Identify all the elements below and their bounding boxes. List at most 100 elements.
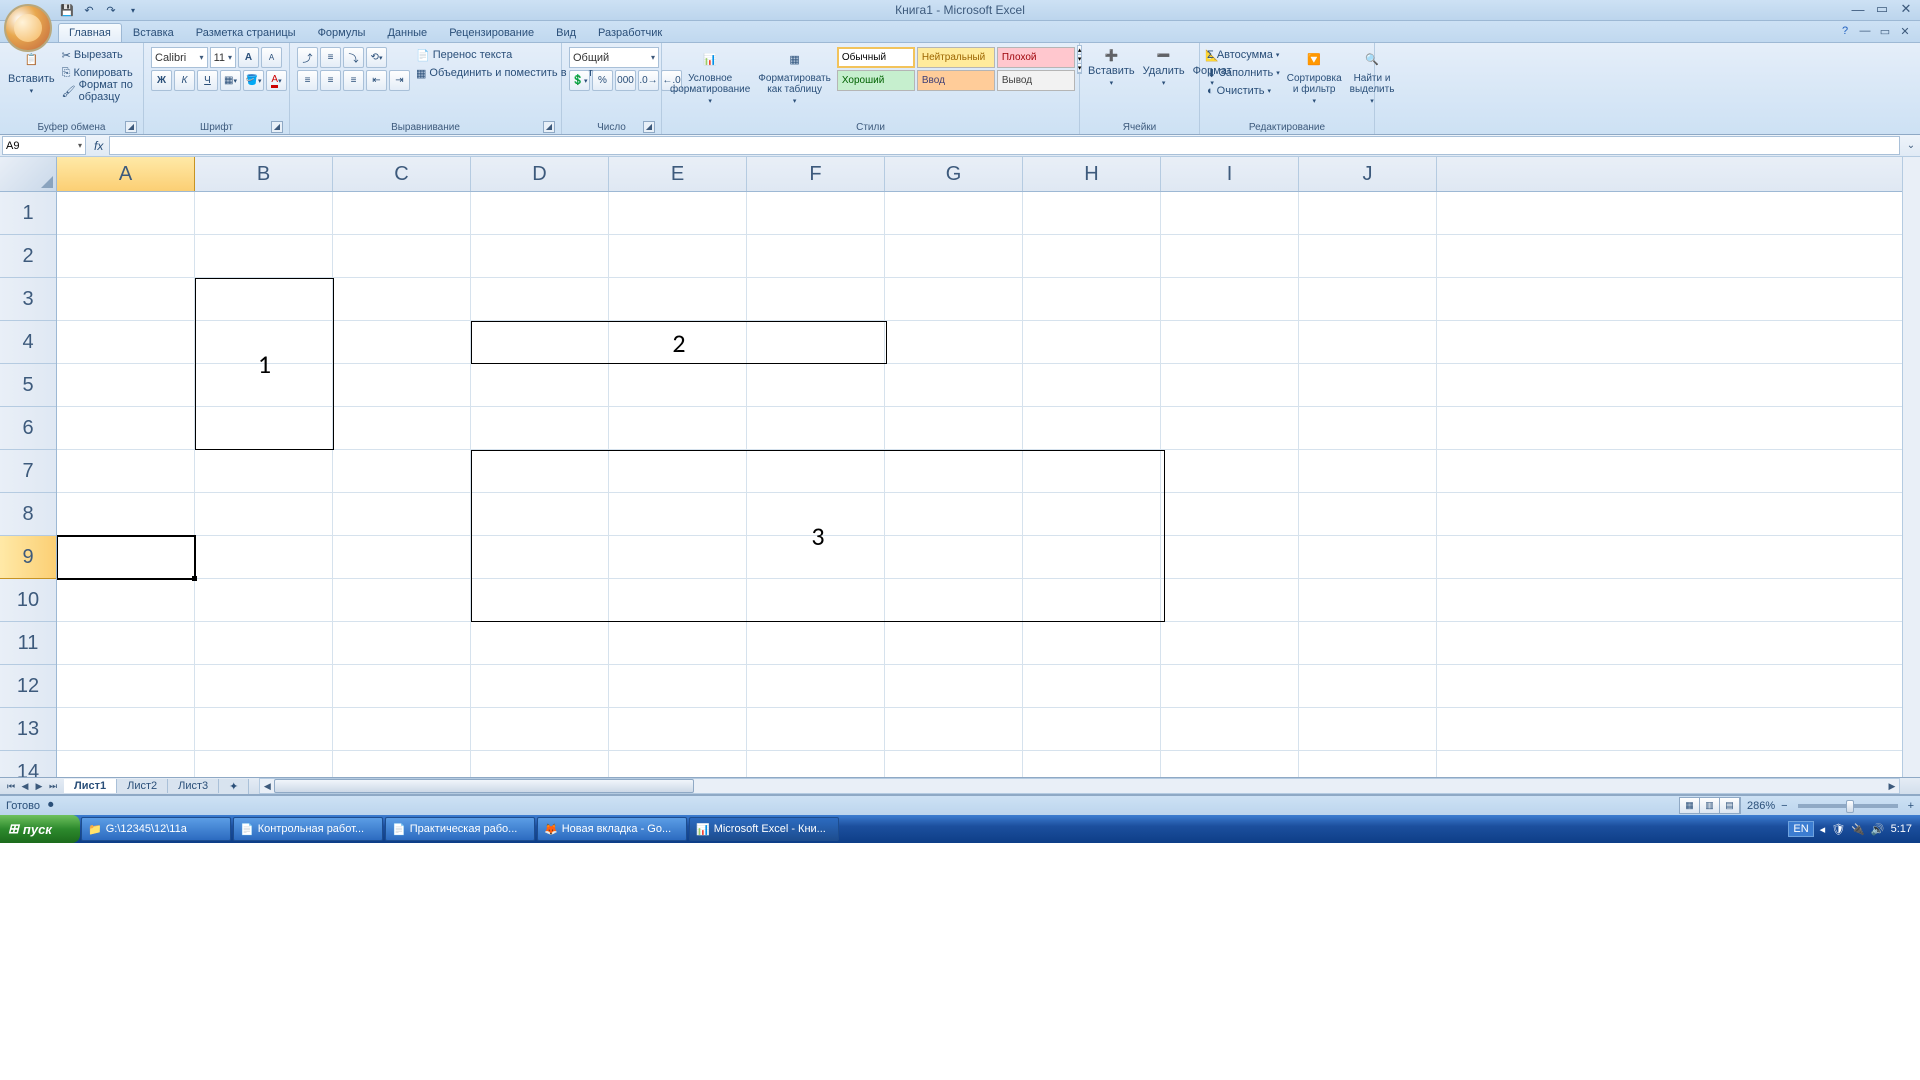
style-chip-good[interactable]: Хороший bbox=[837, 70, 915, 91]
row-header[interactable]: 7 bbox=[0, 450, 56, 493]
inc-decimal-button[interactable]: .0→ bbox=[638, 70, 659, 91]
select-all-button[interactable] bbox=[0, 157, 56, 192]
align-bottom-button[interactable]: ⤵ bbox=[343, 47, 364, 68]
first-sheet-button[interactable]: ⏮ bbox=[4, 781, 18, 792]
language-indicator[interactable]: EN bbox=[1788, 821, 1813, 837]
tray-icon[interactable]: 🛡 bbox=[1831, 823, 1845, 836]
tray-icon[interactable]: ◂ bbox=[1820, 823, 1826, 836]
indent-dec-button[interactable]: ⇤ bbox=[366, 70, 387, 91]
zoom-level[interactable]: 286% bbox=[1747, 800, 1775, 812]
new-sheet-button[interactable]: ✦ bbox=[219, 779, 249, 794]
bold-button[interactable]: Ж bbox=[151, 70, 172, 91]
font-name-combo[interactable]: Calibri▾ bbox=[151, 47, 208, 68]
italic-button[interactable]: К bbox=[174, 70, 195, 91]
align-middle-button[interactable]: ≡ bbox=[320, 47, 341, 68]
vertical-scrollbar[interactable] bbox=[1902, 157, 1920, 777]
comma-button[interactable]: 000 bbox=[615, 70, 636, 91]
fx-button[interactable]: fx bbox=[88, 139, 109, 153]
column-header[interactable]: H bbox=[1023, 157, 1161, 191]
sheet-tab-1[interactable]: Лист1 bbox=[64, 779, 117, 793]
row-header[interactable]: 9 bbox=[0, 536, 56, 579]
last-sheet-button[interactable]: ⏭ bbox=[46, 781, 60, 792]
number-dialog-icon[interactable]: ◢ bbox=[643, 121, 655, 133]
style-chip-bad[interactable]: Плохой bbox=[997, 47, 1075, 68]
row-header[interactable]: 6 bbox=[0, 407, 56, 450]
help-icon[interactable]: ? bbox=[1836, 23, 1854, 39]
percent-button[interactable]: % bbox=[592, 70, 613, 91]
horizontal-scrollbar[interactable]: ◀▶ bbox=[259, 778, 1900, 794]
ribbon-min-icon[interactable]: — bbox=[1856, 23, 1874, 39]
align-center-button[interactable]: ≡ bbox=[320, 70, 341, 91]
macro-record-icon[interactable]: ⏺ bbox=[48, 799, 54, 812]
zoom-in-button[interactable]: + bbox=[1908, 800, 1914, 812]
underline-button[interactable]: Ч bbox=[197, 70, 218, 91]
row-header[interactable]: 2 bbox=[0, 235, 56, 278]
save-icon[interactable]: 💾 bbox=[58, 1, 76, 19]
next-sheet-button[interactable]: ▶ bbox=[32, 781, 46, 792]
column-header[interactable]: D bbox=[471, 157, 609, 191]
tray-icon[interactable]: 🔊 bbox=[1871, 823, 1885, 836]
zoom-slider[interactable] bbox=[1798, 804, 1898, 808]
align-left-button[interactable]: ≡ bbox=[297, 70, 318, 91]
style-chip-neutral[interactable]: Нейтральный bbox=[917, 47, 995, 68]
minimize-button[interactable]: — bbox=[1848, 2, 1868, 16]
format-painter-button[interactable]: 🖌Формат по образцу bbox=[62, 83, 136, 99]
taskbar-item[interactable]: 🦊Новая вкладка - Go... bbox=[537, 817, 687, 841]
row-header[interactable]: 5 bbox=[0, 364, 56, 407]
clear-button[interactable]: ◐Очистить▾ bbox=[1207, 83, 1280, 99]
column-header[interactable]: E bbox=[609, 157, 747, 191]
fill-button[interactable]: ⬇Заполнить▾ bbox=[1207, 65, 1280, 81]
bordered-range[interactable]: 3 bbox=[471, 450, 1165, 622]
grow-font-button[interactable]: A bbox=[238, 47, 259, 68]
row-header[interactable]: 13 bbox=[0, 708, 56, 751]
row-header[interactable]: 10 bbox=[0, 579, 56, 622]
row-header[interactable]: 12 bbox=[0, 665, 56, 708]
orientation-button[interactable]: ⟲▾ bbox=[366, 47, 387, 68]
currency-button[interactable]: 💲▾ bbox=[569, 70, 590, 91]
alignment-dialog-icon[interactable]: ◢ bbox=[543, 121, 555, 133]
taskbar-item[interactable]: 📁G:\12345\12\11а bbox=[81, 817, 231, 841]
column-header[interactable]: B bbox=[195, 157, 333, 191]
font-dialog-icon[interactable]: ◢ bbox=[271, 121, 283, 133]
fill-color-button[interactable]: 🪣▾ bbox=[243, 70, 264, 91]
zoom-out-button[interactable]: − bbox=[1781, 800, 1787, 812]
qat-dropdown-icon[interactable]: ▾ bbox=[124, 1, 142, 19]
tab-developer[interactable]: Разработчик bbox=[587, 23, 673, 42]
indent-inc-button[interactable]: ⇥ bbox=[389, 70, 410, 91]
ribbon-restore-icon[interactable]: ▭ bbox=[1876, 23, 1894, 39]
tab-data[interactable]: Данные bbox=[376, 23, 438, 42]
sheet-tab-3[interactable]: Лист3 bbox=[168, 779, 219, 793]
tray-icon[interactable]: 🔌 bbox=[1851, 823, 1865, 836]
tab-page-layout[interactable]: Разметка страницы bbox=[185, 23, 307, 42]
active-cell[interactable] bbox=[57, 535, 196, 580]
tab-view[interactable]: Вид bbox=[545, 23, 587, 42]
cut-button[interactable]: ✂Вырезать bbox=[62, 47, 136, 63]
conditional-formatting-button[interactable]: 📊Условное форматирование▾ bbox=[666, 45, 754, 107]
redo-icon[interactable]: ↷ bbox=[102, 1, 120, 19]
row-header[interactable]: 4 bbox=[0, 321, 56, 364]
column-header[interactable]: J bbox=[1299, 157, 1437, 191]
taskbar-item[interactable]: 📄Контрольная работ... bbox=[233, 817, 383, 841]
clock[interactable]: 5:17 bbox=[1891, 823, 1912, 835]
column-header[interactable]: C bbox=[333, 157, 471, 191]
taskbar-item[interactable]: 📊Microsoft Excel - Кни... bbox=[689, 817, 839, 841]
sort-filter-button[interactable]: 🔽Сортировка и фильтр▾ bbox=[1283, 45, 1346, 107]
column-header[interactable]: I bbox=[1161, 157, 1299, 191]
formula-input[interactable] bbox=[109, 136, 1900, 155]
row-header[interactable]: 8 bbox=[0, 493, 56, 536]
format-as-table-button[interactable]: ▦Форматировать как таблицу▾ bbox=[754, 45, 835, 107]
shrink-font-button[interactable]: A bbox=[261, 47, 282, 68]
ribbon-close-icon[interactable]: ✕ bbox=[1896, 23, 1914, 39]
tab-insert[interactable]: Вставка bbox=[122, 23, 185, 42]
row-header[interactable]: 3 bbox=[0, 278, 56, 321]
name-box[interactable]: A9▾ bbox=[2, 136, 86, 155]
style-chip-input[interactable]: Ввод bbox=[917, 70, 995, 91]
autosum-button[interactable]: ΣАвтосумма▾ bbox=[1207, 47, 1280, 63]
bordered-range[interactable]: 2 bbox=[471, 321, 887, 364]
tab-formulas[interactable]: Формулы bbox=[307, 23, 377, 42]
border-button[interactable]: ▦▾ bbox=[220, 70, 241, 91]
insert-cells-button[interactable]: ➕Вставить▾ bbox=[1084, 45, 1139, 89]
font-size-combo[interactable]: 11▾ bbox=[210, 47, 236, 68]
tab-review[interactable]: Рецензирование bbox=[438, 23, 545, 42]
column-header[interactable]: F bbox=[747, 157, 885, 191]
